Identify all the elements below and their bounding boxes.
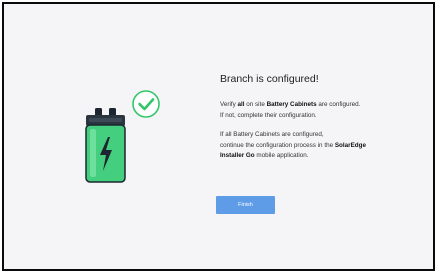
text-fragment-bold: all	[237, 101, 245, 108]
text-fragment-bold: SolarEdge	[334, 141, 366, 149]
text-fragment-bold: Installer Go	[220, 152, 255, 159]
text-fragment: continue the configuration process in th…	[220, 141, 335, 149]
text-fragment: on site	[244, 101, 267, 108]
check-circle-icon	[132, 90, 160, 118]
complete-config-line: If not, complete their configuration.	[220, 111, 317, 119]
all-configured-line: If all Battery Cabinets are configured,	[220, 131, 324, 138]
setup-window: Branch is configured! Verify all on site…	[2, 2, 435, 271]
battery-illustration	[85, 90, 160, 183]
verify-instructions: Verify all on site Battery Cabinets are …	[220, 100, 430, 121]
text-fragment-bold: Battery Cabinets	[266, 101, 317, 108]
text-fragment: are configured.	[316, 101, 361, 108]
continue-instructions: If all Battery Cabinets are configured, …	[220, 130, 430, 162]
battery-icon	[85, 108, 126, 183]
content-panel: Branch is configured! Verify all on site…	[220, 73, 430, 171]
continue-line: continue the configuration process in th…	[220, 141, 430, 152]
verify-line: Verify all on site Battery Cabinets are …	[220, 100, 430, 111]
text-fragment: Verify	[220, 101, 238, 108]
text-fragment: mobile application.	[254, 152, 309, 159]
finish-button[interactable]: Finish	[216, 196, 275, 214]
app-name-line: Installer Go mobile application.	[220, 151, 430, 162]
page-title: Branch is configured!	[220, 73, 319, 85]
